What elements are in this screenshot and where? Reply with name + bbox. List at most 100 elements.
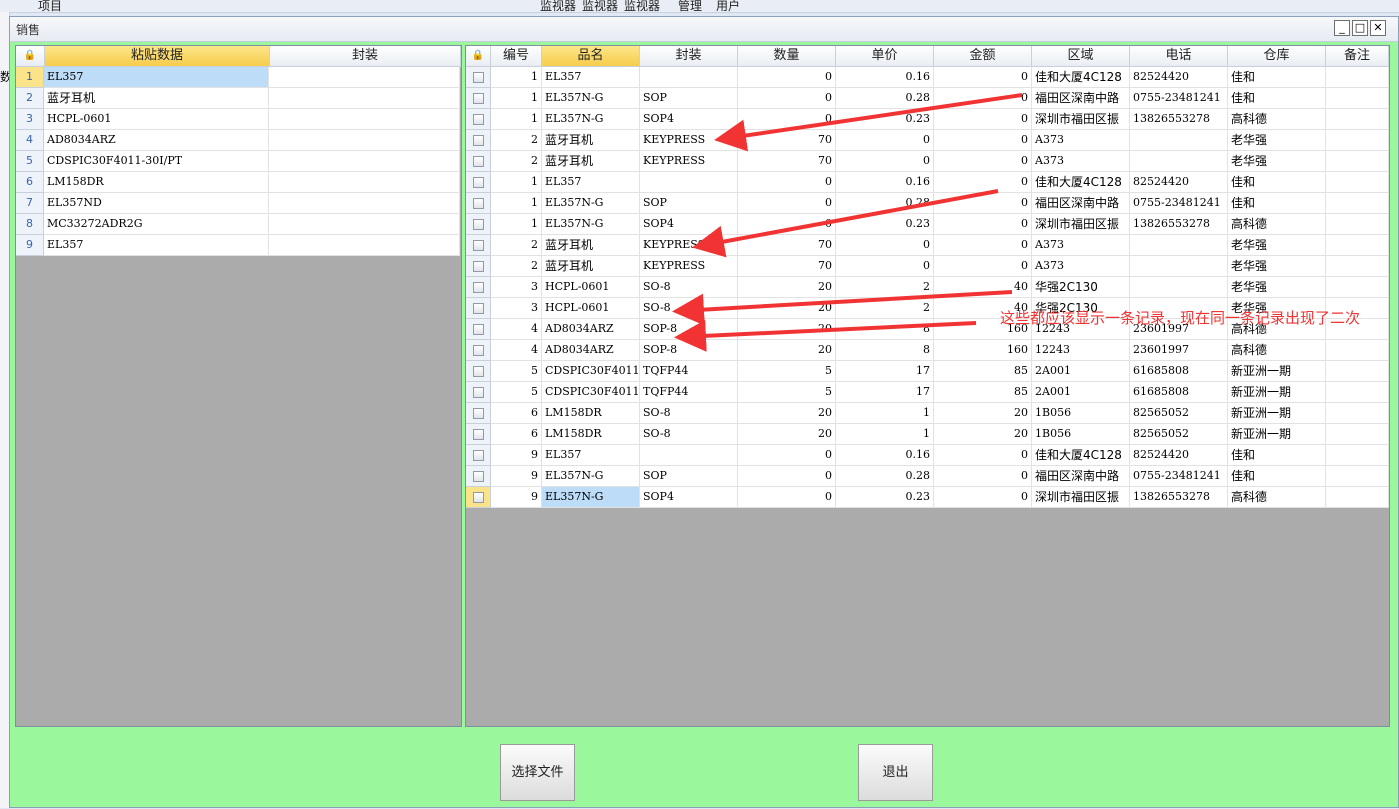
region-cell[interactable]: 12243: [1032, 340, 1130, 361]
table-row[interactable]: 9 EL357N-G SOP4 0 0.23 0 深圳市福田区振 13826553278 高科德: [466, 487, 1389, 508]
package-cell[interactable]: [269, 130, 460, 151]
row-checkbox[interactable]: [472, 92, 484, 104]
row-checkbox[interactable]: [472, 260, 484, 272]
remark-cell[interactable]: [1326, 151, 1389, 172]
row-checkbox[interactable]: [472, 344, 484, 356]
warehouse-cell[interactable]: 高科德: [1228, 487, 1326, 508]
column-header-unit-price[interactable]: 单价: [836, 46, 934, 67]
column-header-package[interactable]: 封装: [640, 46, 738, 67]
product-name-cell[interactable]: AD8034ARZ: [542, 340, 640, 361]
row-checkbox-cell[interactable]: [466, 109, 491, 130]
unit-price-cell[interactable]: 0.28: [836, 88, 934, 109]
unit-price-cell[interactable]: 0: [836, 235, 934, 256]
select-file-button[interactable]: 选择文件: [500, 744, 575, 801]
paste-data-cell[interactable]: AD8034ARZ: [44, 130, 269, 151]
unit-price-cell[interactable]: 0: [836, 130, 934, 151]
quantity-cell[interactable]: 70: [738, 151, 836, 172]
unit-price-cell[interactable]: 8: [836, 319, 934, 340]
sales-result-grid[interactable]: 🔒 编号 品名 封装 数量 单价 金额 区域 电话 仓库 备注 1 EL357 0 0…: [465, 45, 1390, 727]
product-name-cell[interactable]: LM158DR: [542, 403, 640, 424]
table-row[interactable]: 6 LM158DR SO-8 20 1 20 1B056 82565052 新亚洲一期: [466, 403, 1389, 424]
unit-price-cell[interactable]: 0: [836, 151, 934, 172]
product-name-cell[interactable]: CDSPIC30F4011-: [542, 361, 640, 382]
id-cell[interactable]: 3: [491, 277, 542, 298]
quantity-cell[interactable]: 20: [738, 340, 836, 361]
column-header-warehouse[interactable]: 仓库: [1228, 46, 1326, 67]
package-cell[interactable]: [269, 172, 460, 193]
table-row[interactable]: 5 CDSPIC30F4011- TQFP44 5 17 85 2A001 61685808 新…: [466, 382, 1389, 403]
row-checkbox[interactable]: [472, 323, 484, 335]
table-row[interactable]: 4 AD8034ARZ SOP-8 20 8 160 12243 23601997 高科德: [466, 340, 1389, 361]
package-cell[interactable]: [269, 235, 460, 256]
quantity-cell[interactable]: 0: [738, 214, 836, 235]
product-name-cell[interactable]: 蓝牙耳机: [542, 235, 640, 256]
paste-data-cell[interactable]: 蓝牙耳机: [44, 88, 269, 109]
product-name-cell[interactable]: AD8034ARZ: [542, 319, 640, 340]
row-checkbox-cell[interactable]: [466, 298, 491, 319]
package-cell[interactable]: SOP: [640, 88, 738, 109]
row-checkbox[interactable]: [472, 176, 484, 188]
phone-cell[interactable]: 61685808: [1130, 361, 1228, 382]
warehouse-cell[interactable]: 新亚洲一期: [1228, 424, 1326, 445]
package-cell[interactable]: [269, 151, 460, 172]
remark-cell[interactable]: [1326, 403, 1389, 424]
amount-cell[interactable]: 0: [934, 172, 1032, 193]
quantity-cell[interactable]: 20: [738, 319, 836, 340]
row-checkbox[interactable]: [472, 197, 484, 209]
package-cell[interactable]: SOP4: [640, 214, 738, 235]
package-cell[interactable]: [640, 445, 738, 466]
warehouse-cell[interactable]: 佳和: [1228, 88, 1326, 109]
product-name-cell[interactable]: EL357: [542, 445, 640, 466]
phone-cell[interactable]: [1130, 256, 1228, 277]
quantity-cell[interactable]: 5: [738, 382, 836, 403]
region-cell[interactable]: A373: [1032, 235, 1130, 256]
table-row[interactable]: 1 EL357N-G SOP4 0 0.23 0 深圳市福田区振 13826553278 高科德: [466, 214, 1389, 235]
id-cell[interactable]: 6: [491, 403, 542, 424]
amount-cell[interactable]: 0: [934, 151, 1032, 172]
unit-price-cell[interactable]: 0.16: [836, 445, 934, 466]
row-checkbox[interactable]: [472, 428, 484, 440]
package-cell[interactable]: SOP4: [640, 109, 738, 130]
package-cell[interactable]: [269, 193, 460, 214]
remark-cell[interactable]: [1326, 193, 1389, 214]
product-name-cell[interactable]: LM158DR: [542, 424, 640, 445]
remark-cell[interactable]: [1326, 256, 1389, 277]
unit-price-cell[interactable]: 8: [836, 340, 934, 361]
quantity-cell[interactable]: 0: [738, 109, 836, 130]
region-cell[interactable]: 福田区深南中路: [1032, 193, 1130, 214]
table-row[interactable]: 2 蓝牙耳机 KEYPRESS 70 0 0 A373 老华强: [466, 151, 1389, 172]
package-cell[interactable]: KEYPRESS: [640, 256, 738, 277]
quantity-cell[interactable]: 0: [738, 67, 836, 88]
region-cell[interactable]: 1B056: [1032, 403, 1130, 424]
quantity-cell[interactable]: 20: [738, 424, 836, 445]
warehouse-cell[interactable]: 高科德: [1228, 340, 1326, 361]
unit-price-cell[interactable]: 0.16: [836, 67, 934, 88]
row-checkbox[interactable]: [472, 218, 484, 230]
quantity-cell[interactable]: 70: [738, 130, 836, 151]
product-name-cell[interactable]: 蓝牙耳机: [542, 151, 640, 172]
remark-cell[interactable]: [1326, 172, 1389, 193]
table-row[interactable]: 1 EL357: [16, 67, 460, 88]
product-name-cell[interactable]: 蓝牙耳机: [542, 256, 640, 277]
package-cell[interactable]: SO-8: [640, 298, 738, 319]
remark-cell[interactable]: [1326, 445, 1389, 466]
amount-cell[interactable]: 0: [934, 487, 1032, 508]
paste-data-grid[interactable]: 🔒 粘贴数据 封装 1 EL357 2 蓝牙耳机 3 HCPL-0601 4 AD8034AR…: [15, 45, 462, 727]
id-cell[interactable]: 9: [491, 445, 542, 466]
id-cell[interactable]: 4: [491, 319, 542, 340]
product-name-cell[interactable]: EL357: [542, 67, 640, 88]
id-cell[interactable]: 1: [491, 88, 542, 109]
row-checkbox-cell[interactable]: [466, 277, 491, 298]
package-cell[interactable]: SO-8: [640, 403, 738, 424]
phone-cell[interactable]: 13826553278: [1130, 109, 1228, 130]
column-header-region[interactable]: 区域: [1032, 46, 1130, 67]
row-checkbox[interactable]: [472, 407, 484, 419]
table-row[interactable]: 5 CDSPIC30F4011-30I/PT: [16, 151, 460, 172]
row-checkbox[interactable]: [472, 155, 484, 167]
id-cell[interactable]: 3: [491, 298, 542, 319]
paste-data-cell[interactable]: EL357: [44, 235, 269, 256]
package-cell[interactable]: [269, 67, 460, 88]
package-cell[interactable]: [640, 67, 738, 88]
row-checkbox-cell[interactable]: [466, 151, 491, 172]
close-button[interactable]: ✕: [1370, 20, 1386, 36]
